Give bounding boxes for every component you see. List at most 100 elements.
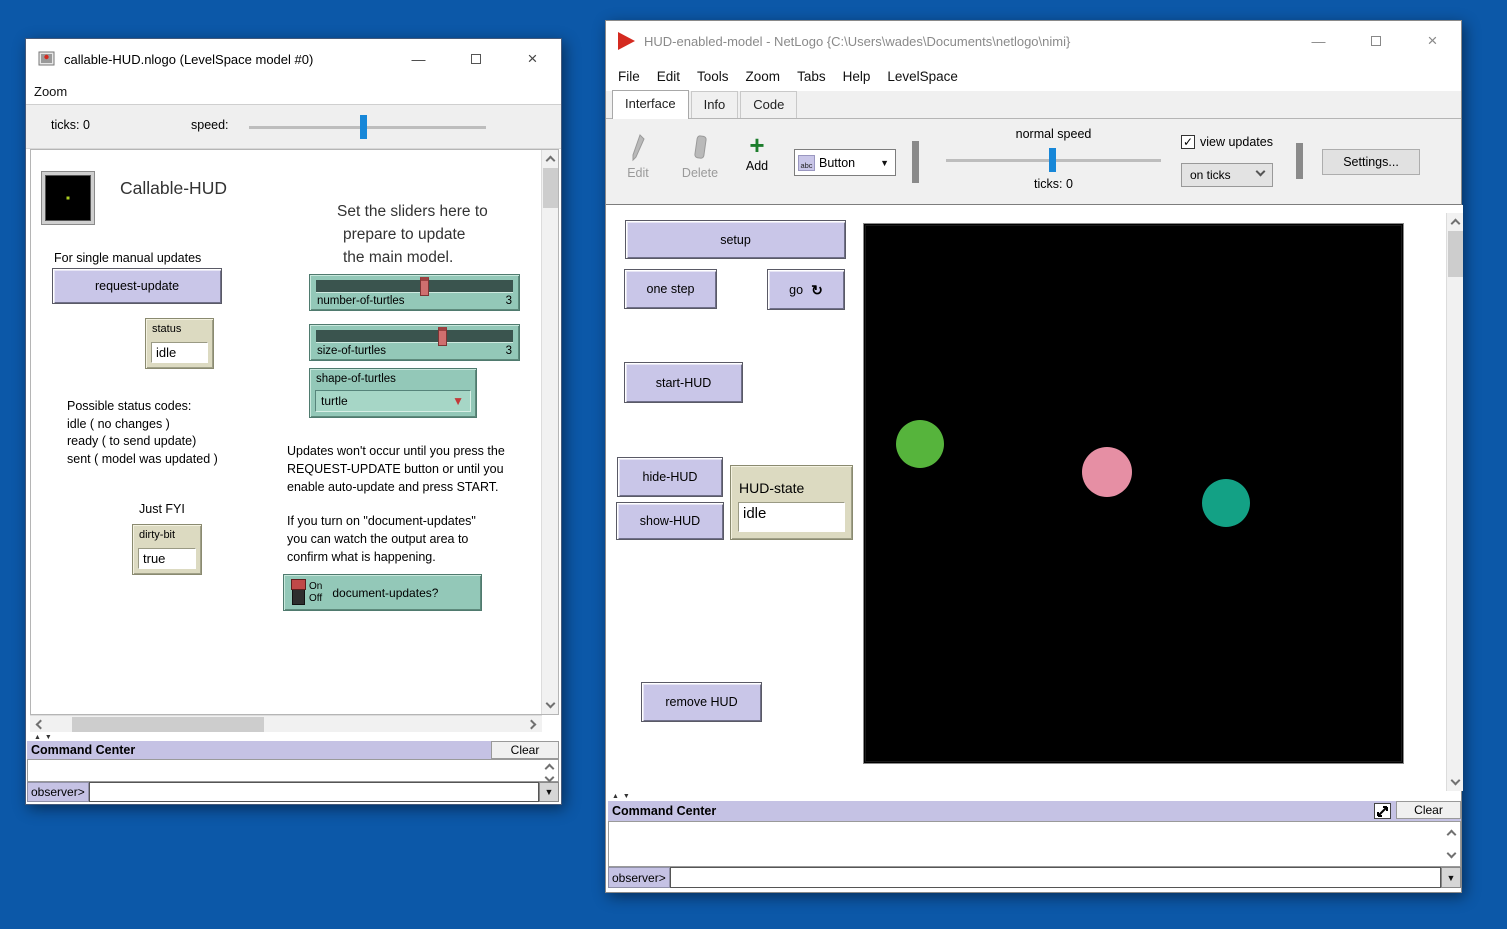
left-titlebar[interactable]: callable-HUD.nlogo (LevelSpace model #0)… [26,39,561,79]
left-observer-row: observer> ▼ [27,782,559,802]
close-button[interactable]: × [1404,21,1461,61]
request-update-button[interactable]: request-update [52,268,222,304]
menu-zoom[interactable]: Zoom [34,84,67,99]
left-interface-vscrollbar[interactable] [541,150,558,714]
widget-type-selector[interactable]: abc Button ▼ [794,149,896,176]
desktop: { "colors": { "desktop_blue": "#0c58a8",… [0,0,1507,929]
left-speed-slider-handle[interactable] [360,115,367,139]
view-updates-checkbox[interactable]: ✓ view updates [1181,135,1273,149]
number-of-turtles-value: 3 [506,295,512,307]
add-plus-icon: + [736,131,778,159]
eraser-icon [692,133,708,163]
turtle-circle [1202,479,1250,527]
pencil-icon [630,133,646,163]
right-splitter-handle[interactable]: ▲ ▼ [612,793,631,800]
right-window-title: HUD-enabled-model - NetLogo {C:\Users\wa… [644,34,1070,49]
right-interface-area: setup one step go ↻ start-HUD hide-HUD s… [606,205,1463,791]
expand-command-center-icon[interactable] [1374,803,1391,819]
tab-interface[interactable]: Interface [612,90,689,119]
size-of-turtles-value: 3 [506,345,512,357]
number-of-turtles-slider[interactable]: number-of-turtles 3 [309,274,520,311]
shape-of-turtles-chooser[interactable]: shape-of-turtles turtle ▼ [309,368,477,418]
left-window-title: callable-HUD.nlogo (LevelSpace model #0) [64,52,313,67]
one-step-button[interactable]: one step [624,269,717,309]
setup-button[interactable]: setup [625,220,846,259]
just-fyi-note: Just FYI [139,500,185,518]
left-history-dropdown[interactable]: ▼ [539,782,559,802]
netlogo-model-icon [38,51,55,67]
right-ticks-counter: ticks: 0 [946,177,1161,191]
go-button[interactable]: go ↻ [767,269,845,310]
maximize-button[interactable] [1347,21,1404,61]
dirty-bit-monitor: dirty-bit true [132,524,202,575]
right-command-output[interactable] [608,821,1461,867]
close-button[interactable]: × [504,39,561,79]
menu-tabs[interactable]: Tabs [797,69,826,84]
document-note: If you turn on "document-updates" you ca… [287,512,476,566]
hide-hud-button[interactable]: hide-HUD [617,457,723,497]
add-tool[interactable]: + Add [736,131,778,173]
menu-levelspace[interactable]: LevelSpace [887,69,958,84]
checkbox-checked-icon: ✓ [1181,135,1195,149]
size-of-turtles-slider[interactable]: size-of-turtles 3 [309,324,520,361]
left-command-output[interactable] [27,759,559,782]
turtle-circle [896,420,944,468]
left-splitter-handle[interactable]: ▲ ▼ [34,734,53,741]
toolbar-separator [1296,143,1303,179]
right-clear-button[interactable]: Clear [1396,801,1461,819]
chooser-dropdown-icon: ▼ [452,394,464,408]
menu-tools[interactable]: Tools [697,69,729,84]
tab-code[interactable]: Code [740,91,797,118]
left-command-center-header[interactable]: Command Center [27,741,491,759]
right-history-dropdown[interactable]: ▼ [1441,867,1461,888]
world-view[interactable] [865,225,1402,762]
turtle-circle [1082,447,1132,497]
left-toolbar: ticks: 0 speed: [26,105,561,149]
shape-of-turtles-value[interactable]: turtle ▼ [315,390,471,412]
switch-lever[interactable] [292,580,305,605]
right-interface-vscrollbar[interactable] [1446,213,1463,791]
number-of-turtles-slider-handle[interactable] [420,277,429,296]
tab-info[interactable]: Info [691,91,739,118]
edit-tool: Edit [618,133,658,180]
left-menubar: Zoom [26,79,561,105]
netlogo-logo-icon [618,32,635,50]
settings-button[interactable]: Settings... [1322,149,1420,175]
speed-slider-handle[interactable] [1049,148,1056,172]
right-observer-prompt: observer> [608,867,670,888]
maximize-button[interactable] [447,39,504,79]
left-interface-hscrollbar[interactable] [30,715,542,732]
size-of-turtles-slider-handle[interactable] [438,327,447,346]
menu-edit[interactable]: Edit [657,69,680,84]
status-monitor-value: idle [151,342,208,363]
show-hud-button[interactable]: show-HUD [616,502,724,540]
mini-world-view[interactable] [42,172,94,224]
hud-state-monitor: HUD-state idle [730,465,853,540]
menu-help[interactable]: Help [843,69,871,84]
left-command-input[interactable] [89,782,539,802]
menu-zoom[interactable]: Zoom [746,69,781,84]
netlogo-main-window: HUD-enabled-model - NetLogo {C:\Users\wa… [605,20,1462,893]
model-title-note: Callable-HUD [120,178,227,199]
right-toolbar: Edit Delete + Add abc Button ▼ normal sp… [606,119,1461,205]
start-hud-button[interactable]: start-HUD [624,362,743,403]
left-interface-area: Callable-HUD For single manual updates r… [30,149,559,715]
minimize-button[interactable]: — [390,39,447,79]
status-monitor: status idle [145,318,214,369]
right-command-input[interactable] [670,867,1441,888]
manual-updates-note: For single manual updates [54,249,201,267]
world-view-frame [863,223,1404,764]
update-mode-dropdown[interactable]: on ticks [1181,163,1273,187]
left-speed-slider-track[interactable] [249,126,486,129]
menu-file[interactable]: File [618,69,640,84]
document-updates-switch[interactable]: On Off document-updates? [283,574,482,611]
right-observer-row: observer> ▼ [608,867,1461,888]
dirty-bit-monitor-value: true [138,548,196,569]
forever-icon: ↻ [811,285,823,295]
remove-hud-button[interactable]: remove HUD [641,682,762,722]
right-titlebar[interactable]: HUD-enabled-model - NetLogo {C:\Users\wa… [606,21,1461,61]
right-command-center-header[interactable]: Command Center [608,801,1461,821]
chevron-down-icon: ▼ [880,158,889,168]
minimize-button[interactable]: — [1290,21,1347,61]
levelspace-model-window: callable-HUD.nlogo (LevelSpace model #0)… [25,38,562,805]
